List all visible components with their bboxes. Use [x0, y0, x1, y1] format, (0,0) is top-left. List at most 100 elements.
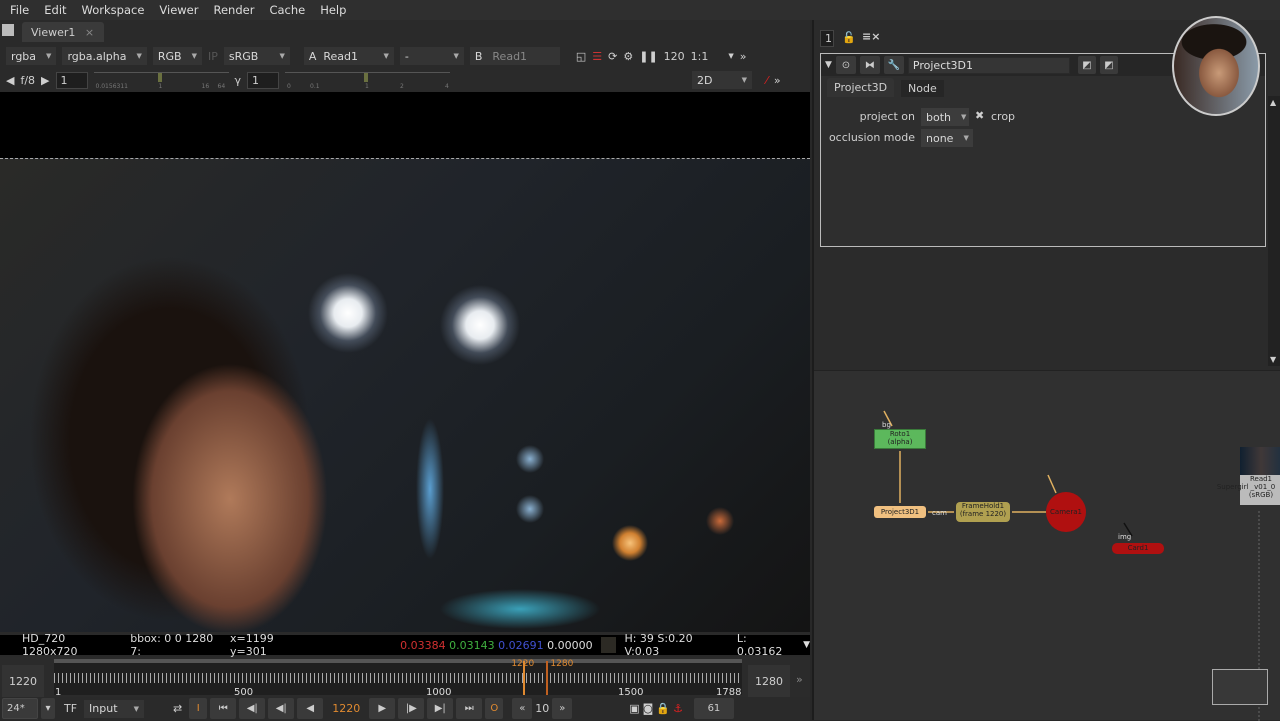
lut-dropdown[interactable]: sRGB ▼ [223, 47, 290, 65]
fstop-decrease-icon[interactable]: ◀ [6, 74, 14, 87]
timecode-dropdown[interactable]: TF [64, 702, 77, 715]
collapse-icon[interactable]: ▼ [825, 60, 832, 70]
roi-icon[interactable]: ◱ [576, 50, 586, 63]
skip-back-icon[interactable]: « [512, 698, 533, 719]
play-forward-icon[interactable]: ▶ [369, 698, 396, 719]
revert-icon[interactable]: ◩ [1077, 56, 1096, 74]
menu-viewer[interactable]: Viewer [159, 3, 198, 17]
menu-cache[interactable]: Cache [269, 3, 305, 17]
fps-field[interactable]: 24* [2, 698, 38, 719]
input-icon[interactable]: ⧓ [859, 56, 880, 74]
play-backward-icon[interactable]: ◀ [297, 698, 324, 719]
out-point-button[interactable]: O [485, 698, 504, 719]
properties-scrollbar[interactable]: ▲ ▼ [1268, 96, 1280, 366]
out-point-label: 1280 [550, 659, 574, 669]
chevron-down-icon: ▼ [191, 52, 197, 60]
node-label: Project3D1 [880, 508, 920, 516]
first-frame-icon[interactable]: ⏮ [210, 698, 237, 719]
cache-icon[interactable]: ⚙ [623, 50, 633, 63]
frame-count-field[interactable]: 61 [693, 698, 734, 719]
menu-help[interactable]: Help [320, 3, 346, 17]
node-graph[interactable]: Roto1 (alpha) bg Project3D1 cam FrameHold… [814, 370, 1280, 721]
tab-project3d[interactable]: Project3D [827, 78, 895, 97]
clear-panels-icon[interactable]: ≡× [862, 30, 880, 43]
slider-handle[interactable] [364, 72, 369, 82]
slider-handle[interactable] [157, 72, 162, 82]
current-frame-field[interactable]: 1220 [326, 702, 366, 715]
last-frame-icon[interactable]: ⏭ [456, 698, 483, 719]
playback-mode-dropdown[interactable]: Input ▼ [84, 699, 145, 718]
more-icon[interactable]: » [796, 673, 803, 686]
read1-node[interactable]: Read1 Supergirl _v01_0 (sRGB) [1217, 447, 1280, 505]
render-icon[interactable]: ◙ [643, 702, 654, 715]
flipbook-icon[interactable]: ▣ [629, 702, 639, 715]
frame-increment-field[interactable]: 10 [535, 702, 549, 715]
revert-icon[interactable]: ◩ [1099, 56, 1118, 74]
next-keyframe-icon[interactable]: ▶| [427, 698, 454, 719]
scale-dropdown[interactable]: 1:1 [691, 50, 709, 63]
scroll-up-icon[interactable]: ▲ [1270, 98, 1276, 107]
tab-viewer1[interactable]: Viewer1 × [22, 22, 104, 42]
chevron-down-icon[interactable]: ▼ [728, 52, 733, 60]
display-style-dropdown[interactable]: RGB ▼ [152, 47, 202, 65]
gain-slider[interactable]: 0.0156311 1 16 64 [93, 71, 229, 90]
channels-dropdown[interactable]: rgba ▼ [6, 47, 57, 65]
paint-icon[interactable]: ⁄ [766, 74, 768, 87]
refresh-icon[interactable]: ⟳ [608, 50, 617, 63]
project-on-dropdown[interactable]: both ▼ [921, 108, 969, 126]
input-a-dropdown[interactable]: A Read1 ▼ [303, 47, 394, 65]
lock-icon[interactable]: 🔓 [842, 31, 856, 44]
lock-icon[interactable]: 🔒 [656, 702, 670, 715]
max-panels-field[interactable]: 1 [820, 30, 834, 47]
node-graph-minimap[interactable] [1212, 669, 1268, 705]
menu-render[interactable]: Render [213, 3, 254, 17]
in-point-field[interactable]: 1220 [2, 665, 44, 697]
pane-menu-icon[interactable] [2, 24, 14, 36]
gamma-field[interactable]: 1 [247, 71, 280, 89]
menu-file[interactable]: File [10, 3, 29, 17]
scroll-down-icon[interactable]: ▼ [1270, 355, 1276, 364]
fstop-increase-icon[interactable]: ▶ [41, 74, 49, 87]
viewer-panel: Viewer1 × rgba ▼ rgba.alpha ▼ RGB ▼ IP sRGB… [0, 20, 810, 720]
compare-op-dropdown[interactable]: - ▼ [399, 47, 464, 65]
zoom-dropdown[interactable]: 120 [664, 50, 685, 63]
out-point-field[interactable]: 1280 [748, 665, 790, 697]
occlusion-mode-dropdown[interactable]: none ▼ [921, 129, 973, 147]
card1-node[interactable]: Card1 [1112, 543, 1164, 554]
more-icon[interactable]: » [740, 50, 747, 63]
alpha-channel-dropdown[interactable]: rgba.alpha ▼ [62, 47, 147, 65]
anchor-icon[interactable]: ⚓ [673, 702, 683, 715]
ip-button[interactable]: IP [208, 50, 218, 63]
in-point-button[interactable]: I [189, 698, 208, 719]
project3d1-node[interactable]: Project3D1 [874, 506, 926, 518]
node-name-field[interactable]: Project3D1 [907, 56, 1070, 74]
camera1-node[interactable]: Camera1 [1046, 492, 1086, 532]
gamma-slider[interactable]: 0 0.1 1 2 4 [285, 71, 451, 90]
crop-checkbox[interactable]: ✖ [975, 109, 984, 122]
gain-field[interactable]: 1 [55, 71, 88, 89]
input-b-dropdown[interactable]: B Read1 [469, 47, 560, 65]
framehold1-node[interactable]: FrameHold1 (frame 1220) [956, 502, 1010, 522]
more-icon[interactable]: » [774, 74, 781, 87]
prev-keyframe-icon[interactable]: ◀| [239, 698, 266, 719]
menu-workspace[interactable]: Workspace [82, 3, 145, 17]
roto1-node[interactable]: Roto1 (alpha) [874, 429, 926, 449]
skip-forward-icon[interactable]: » [552, 698, 573, 719]
proxy-icon[interactable]: ☰ [592, 50, 602, 63]
chevron-down-icon[interactable]: ▾ [41, 698, 55, 719]
next-frame-icon[interactable]: |▶ [398, 698, 425, 719]
prev-frame-icon[interactable]: ◀| [268, 698, 295, 719]
view-mode-dropdown[interactable]: 2D ▼ [692, 71, 753, 89]
close-icon[interactable]: × [85, 26, 94, 39]
out-point-marker[interactable] [546, 661, 549, 695]
tab-node[interactable]: Node [901, 80, 944, 97]
tick: 16 [201, 82, 210, 90]
frame-slider[interactable]: 1 500 1000 1500 1788 1220 1280 [54, 659, 742, 698]
menu-edit[interactable]: Edit [44, 3, 66, 17]
center-node-icon[interactable]: ⊙ [835, 56, 856, 74]
wrench-icon[interactable]: 🔧 [883, 56, 904, 74]
chevron-down-icon[interactable]: ▼ [803, 640, 810, 650]
viewer-image[interactable] [0, 158, 810, 632]
loop-icon[interactable]: ⇄ [173, 702, 182, 715]
pause-icon[interactable]: ❚❚ [639, 50, 657, 63]
